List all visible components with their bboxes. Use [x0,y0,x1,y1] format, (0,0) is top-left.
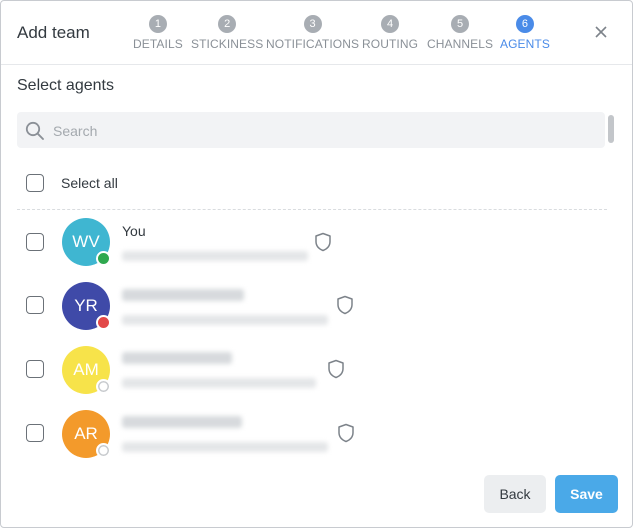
shield-icon[interactable] [327,359,345,384]
agent-name-redacted [122,416,242,428]
add-team-modal: Add team 1 DETAILS 2 STICKINESS 3 NOTIFI… [0,0,633,528]
step-number: 5 [451,15,470,33]
agent-name: You [122,223,146,239]
save-button[interactable]: Save [555,475,618,513]
agent-checkbox[interactable] [26,233,44,251]
shield-icon[interactable] [337,423,355,448]
select-all-label: Select all [61,175,118,191]
select-all-checkbox[interactable] [26,174,44,192]
agent-email-redacted [122,442,328,452]
agent-name-redacted [122,289,244,301]
step-agents[interactable]: 6 AGENTS [500,15,550,51]
status-offline-dot [96,379,111,394]
step-number: 1 [148,15,167,33]
agent-checkbox[interactable] [26,296,44,314]
status-online-dot [96,251,111,266]
step-notifications[interactable]: 3 NOTIFICATIONS [266,15,359,51]
shield-icon[interactable] [336,295,354,320]
close-icon[interactable] [592,23,610,41]
status-busy-dot [96,315,111,330]
step-label: AGENTS [500,37,550,51]
step-number: 6 [515,15,534,33]
section-title: Select agents [17,77,114,94]
scrollbar-thumb[interactable] [608,115,614,143]
agent-checkbox[interactable] [26,424,44,442]
agent-email-redacted [122,378,316,388]
step-label: STICKINESS [191,37,264,51]
search-input[interactable] [51,112,595,150]
modal-header: Add team 1 DETAILS 2 STICKINESS 3 NOTIFI… [1,1,632,65]
search-icon [25,121,45,146]
agent-checkbox[interactable] [26,360,44,378]
step-label: ROUTING [362,37,419,51]
step-channels[interactable]: 5 CHANNELS [427,15,493,51]
step-stickiness[interactable]: 2 STICKINESS [191,15,263,51]
agent-email-redacted [122,315,328,325]
step-number: 2 [218,15,237,33]
shield-icon[interactable] [314,232,332,257]
divider [17,209,607,210]
step-label: NOTIFICATIONS [266,37,360,51]
modal-title: Add team [17,23,90,42]
step-routing[interactable]: 4 ROUTING [362,15,418,51]
step-label: DETAILS [133,37,183,51]
step-number: 4 [381,15,400,33]
back-button[interactable]: Back [484,475,546,513]
step-details[interactable]: 1 DETAILS [133,15,183,51]
step-number: 3 [303,15,322,33]
agent-email-redacted [122,251,308,261]
search-field[interactable] [17,112,605,150]
step-label: CHANNELS [427,37,494,51]
status-offline-dot [96,443,111,458]
agent-name-redacted [122,352,232,364]
